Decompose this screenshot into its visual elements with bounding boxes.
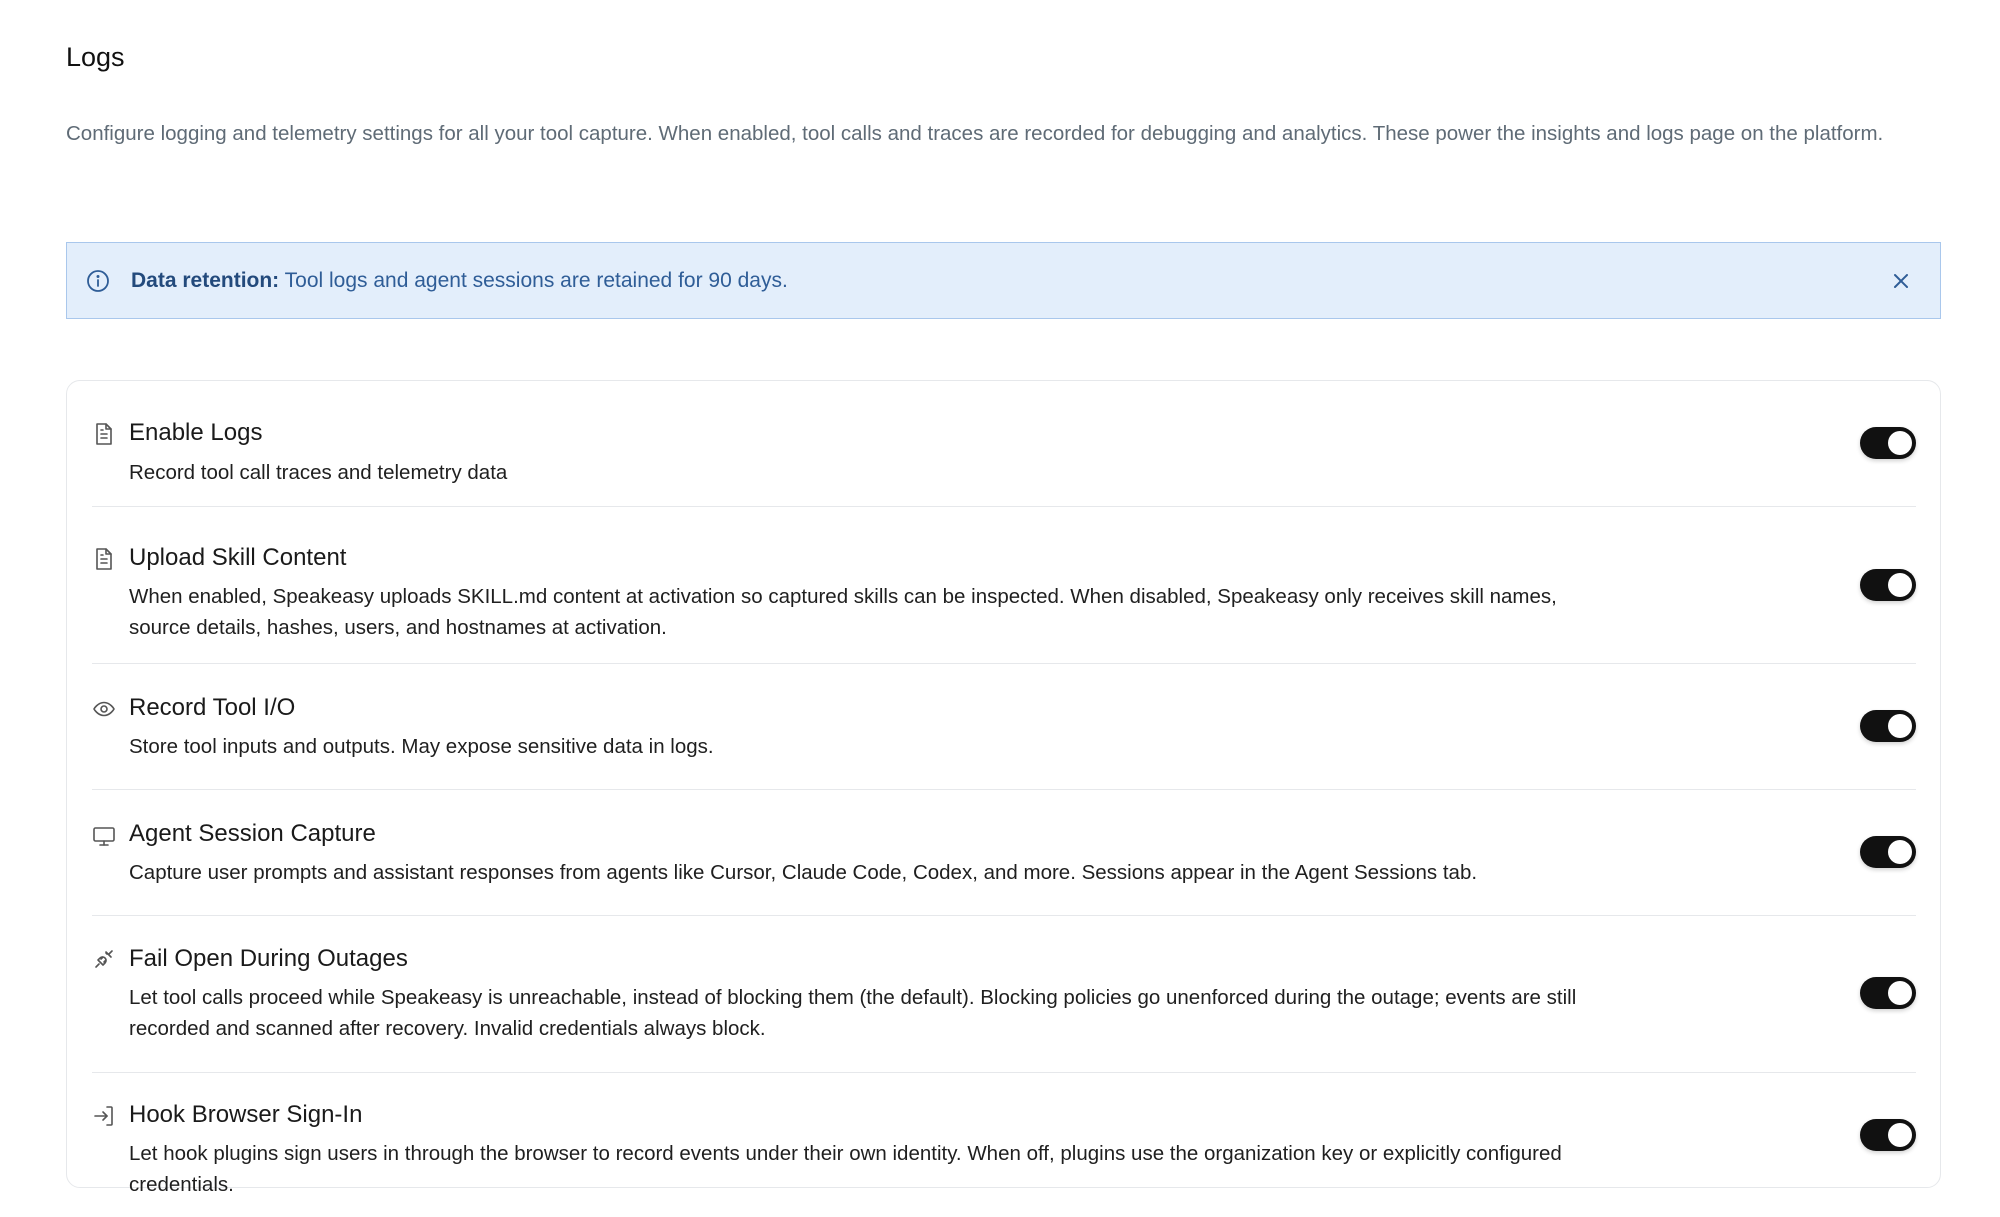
info-icon: [85, 268, 111, 294]
close-icon[interactable]: [1888, 268, 1914, 294]
hook-browser-sign-in-toggle[interactable]: [1860, 1119, 1916, 1151]
setting-description: Let hook plugins sign users in through t…: [129, 1142, 1562, 1196]
setting-row-hook-browser-sign-in: Hook Browser Sign-In Let hook plugins si…: [92, 1073, 1916, 1196]
toggle-knob: [1888, 714, 1912, 738]
setting-row-agent-session-capture: Agent Session Capture Capture user promp…: [92, 790, 1916, 916]
setting-description: Let tool calls proceed while Speakeasy i…: [129, 986, 1577, 1040]
setting-title: Fail Open During Outages: [129, 945, 408, 972]
toggle-knob: [1888, 840, 1912, 864]
record-tool-io-toggle[interactable]: [1860, 710, 1916, 742]
setting-row-fail-open-during-outages: Fail Open During Outages Let tool calls …: [92, 916, 1916, 1073]
setting-description: Record tool call traces and telemetry da…: [129, 461, 508, 484]
document-icon: [92, 422, 116, 446]
banner-text: Tool logs and agent sessions are retaine…: [279, 268, 788, 292]
setting-row-record-tool-io: Record Tool I/O Store tool inputs and ou…: [92, 664, 1916, 790]
setting-description: Capture user prompts and assistant respo…: [129, 861, 1478, 884]
toggle-knob: [1888, 1123, 1912, 1147]
setting-title: Enable Logs: [129, 419, 263, 446]
unplug-icon: [92, 947, 116, 971]
enable-logs-toggle[interactable]: [1860, 427, 1916, 459]
page-description: Configure logging and telemetry settings…: [66, 122, 1884, 145]
monitor-icon: [92, 824, 116, 848]
agent-session-capture-toggle[interactable]: [1860, 836, 1916, 868]
sign-in-icon: [92, 1104, 116, 1128]
banner-label: Data retention:: [131, 268, 280, 292]
setting-title: Record Tool I/O: [129, 694, 296, 721]
toggle-knob: [1888, 981, 1912, 1005]
page-title: Logs: [66, 42, 125, 72]
setting-row-upload-skill-content: Upload Skill Content When enabled, Speak…: [92, 507, 1916, 664]
setting-title: Agent Session Capture: [129, 820, 376, 847]
setting-row-enable-logs: Enable Logs Record tool call traces and …: [92, 381, 1916, 507]
settings-card: Enable Logs Record tool call traces and …: [66, 380, 1941, 1196]
data-retention-banner: Data retention: Tool logs and agent sess…: [66, 242, 1941, 319]
logs-settings-page: Logs Configure logging and telemetry set…: [0, 0, 2000, 1217]
upload-skill-content-toggle[interactable]: [1860, 569, 1916, 601]
setting-title: Upload Skill Content: [129, 544, 347, 571]
setting-description: Store tool inputs and outputs. May expos…: [129, 735, 714, 758]
setting-title: Hook Browser Sign-In: [129, 1101, 363, 1128]
toggle-knob: [1888, 431, 1912, 455]
eye-icon: [92, 697, 116, 721]
document-icon: [92, 547, 116, 571]
banner-message: Data retention: Tool logs and agent sess…: [131, 269, 1888, 293]
setting-description: When enabled, Speakeasy uploads SKILL.md…: [129, 585, 1557, 639]
fail-open-toggle[interactable]: [1860, 977, 1916, 1009]
toggle-knob: [1888, 573, 1912, 597]
